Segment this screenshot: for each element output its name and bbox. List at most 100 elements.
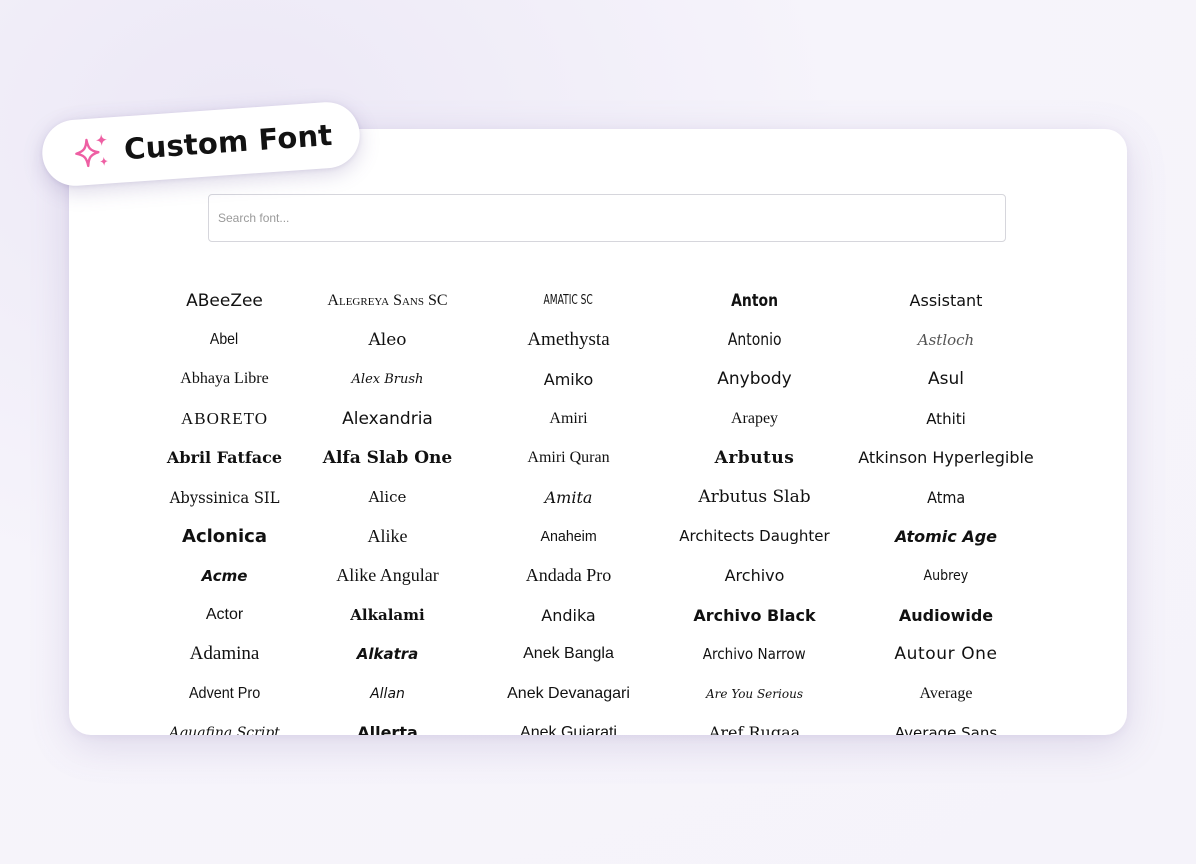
font-option-label: Astloch <box>917 330 975 349</box>
font-option-anek-devanagari[interactable]: Anek Devanagari <box>469 674 668 713</box>
font-option-aleo[interactable]: Aleo <box>306 320 469 359</box>
font-option-alkatra[interactable]: Alkatra <box>306 635 469 674</box>
font-option-assistant[interactable]: Assistant <box>841 281 1051 320</box>
font-option-label: ABORETO <box>181 408 268 428</box>
font-option-are-you-serious[interactable]: Are You Serious <box>668 674 841 713</box>
font-option-label: Athiti <box>926 409 966 428</box>
font-option-label: Average <box>919 684 973 702</box>
font-option-asul[interactable]: Asul <box>841 360 1051 399</box>
font-option-label: Atma <box>926 487 966 507</box>
font-option-label: AMATIC SC <box>543 293 594 309</box>
font-option-label: Alike <box>367 525 408 546</box>
font-option-arbutus[interactable]: Arbutus <box>668 438 841 477</box>
font-option-arbutus-slab[interactable]: Arbutus Slab <box>668 477 841 516</box>
font-option-alike-angular[interactable]: Alike Angular <box>306 556 469 595</box>
font-option-autour-one[interactable]: Autour One <box>841 635 1051 674</box>
font-option-amatic-sc[interactable]: AMATIC SC <box>469 281 668 320</box>
font-option-alfa-slab-one[interactable]: Alfa Slab One <box>306 438 469 477</box>
font-option-antonio[interactable]: Antonio <box>668 320 841 359</box>
font-column: Alegreya Sans SC Aleo Alex Brush Alexandria… <box>306 281 469 735</box>
font-option-aubrey[interactable]: Aubrey <box>841 556 1051 595</box>
font-option-alkalami[interactable]: Alkalami <box>306 595 469 634</box>
font-option-label: Abyssinica SIL <box>169 487 280 507</box>
font-option-label: Abril Fatface <box>166 448 283 468</box>
font-column: AMATIC SC Amethysta Amiko Amiri Amiri Quran A… <box>469 281 668 735</box>
font-option-anek-gujarati[interactable]: Anek Gujarati <box>469 713 668 735</box>
font-option-label: Acme <box>201 566 248 585</box>
font-option-alike[interactable]: Alike <box>306 517 469 556</box>
font-option-aboreto[interactable]: ABORETO <box>143 399 306 438</box>
font-option-actor[interactable]: Actor <box>143 595 306 634</box>
font-option-alegreya-sans-sc[interactable]: Alegreya Sans SC <box>306 281 469 320</box>
font-option-label: Allerta <box>357 723 418 735</box>
font-option-abril-fatface[interactable]: Abril Fatface <box>143 438 306 477</box>
font-option-anton[interactable]: Anton <box>668 281 841 320</box>
font-option-advent-pro[interactable]: Advent Pro <box>143 674 306 713</box>
font-option-alice[interactable]: Alice <box>306 477 469 516</box>
font-option-label: Aubrey <box>923 567 969 584</box>
font-option-arapey[interactable]: Arapey <box>668 399 841 438</box>
font-option-alexandria[interactable]: Alexandria <box>306 399 469 438</box>
font-option-allan[interactable]: Allan <box>306 674 469 713</box>
search-font-input[interactable] <box>209 195 1005 241</box>
font-option-audiowide[interactable]: Audiowide <box>841 595 1051 634</box>
font-option-atma[interactable]: Atma <box>841 477 1051 516</box>
font-option-abel[interactable]: Abel <box>143 320 306 359</box>
font-option-amiko[interactable]: Amiko <box>469 360 668 399</box>
font-option-label: Anek Devanagari <box>507 684 630 702</box>
font-option-acme[interactable]: Acme <box>143 556 306 595</box>
font-option-adamina[interactable]: Adamina <box>143 635 306 674</box>
font-option-abyssinica-sil[interactable]: Abyssinica SIL <box>143 477 306 516</box>
font-option-label: Advent Pro <box>188 684 261 702</box>
font-option-atomic-age[interactable]: Atomic Age <box>841 517 1051 556</box>
font-option-architects-daughter[interactable]: Architects Daughter <box>668 517 841 556</box>
font-option-label: Autour One <box>894 644 998 665</box>
font-option-alex-brush[interactable]: Alex Brush <box>306 360 469 399</box>
font-option-aguafina-script[interactable]: Aguafina Script <box>143 713 306 735</box>
font-option-amiri-quran[interactable]: Amiri Quran <box>469 438 668 477</box>
font-option-label: Anek Bangla <box>523 645 614 663</box>
font-option-athiti[interactable]: Athiti <box>841 399 1051 438</box>
font-option-atkinson-hyperlegible[interactable]: Atkinson Hyperlegible <box>841 438 1051 477</box>
font-option-anaheim[interactable]: Anaheim <box>469 517 668 556</box>
font-column: ABeeZee Abel Abhaya Libre ABORETO Abril Fatf… <box>143 281 306 735</box>
font-option-label: Assistant <box>909 291 983 311</box>
font-option-archivo-narrow[interactable]: Archivo Narrow <box>668 635 841 674</box>
font-option-label: Amiri Quran <box>527 448 610 466</box>
font-option-average[interactable]: Average <box>841 674 1051 713</box>
font-option-allerta[interactable]: Allerta <box>306 713 469 735</box>
font-option-label: Amiko <box>543 369 594 389</box>
font-option-label: Asul <box>928 369 964 390</box>
font-option-label: Alike Angular <box>336 565 439 586</box>
font-option-amethysta[interactable]: Amethysta <box>469 320 668 359</box>
font-option-average-sans[interactable]: Average Sans <box>841 713 1051 735</box>
font-option-anek-bangla[interactable]: Anek Bangla <box>469 635 668 674</box>
font-option-archivo[interactable]: Archivo <box>668 556 841 595</box>
font-option-amita[interactable]: Amita <box>469 477 668 516</box>
font-option-andika[interactable]: Andika <box>469 595 668 634</box>
font-option-label: Arbutus Slab <box>698 487 811 508</box>
font-option-label: Adamina <box>189 643 260 665</box>
font-option-label: Alexandria <box>342 408 433 429</box>
font-option-label: Alex Brush <box>351 371 424 387</box>
font-option-abeezee[interactable]: ABeeZee <box>143 281 306 320</box>
font-option-amiri[interactable]: Amiri <box>469 399 668 438</box>
font-option-aref-ruqaa[interactable]: Aref Ruqaa <box>668 713 841 735</box>
font-option-label: Average Sans <box>894 723 998 735</box>
font-option-label: Allan <box>370 685 405 702</box>
font-option-label: Atomic Age <box>894 526 998 546</box>
font-option-label: Atkinson Hyperlegible <box>858 448 1034 468</box>
font-option-astloch[interactable]: Astloch <box>841 320 1051 359</box>
font-option-label: Alice <box>368 488 407 507</box>
font-option-abhaya-libre[interactable]: Abhaya Libre <box>143 360 306 399</box>
font-option-archivo-black[interactable]: Archivo Black <box>668 595 841 634</box>
font-option-andada-pro[interactable]: Andada Pro <box>469 556 668 595</box>
font-option-aclonica[interactable]: Aclonica <box>143 517 306 556</box>
font-option-label: Arbutus <box>714 447 795 468</box>
font-option-label: Anek Gujarati <box>520 723 617 735</box>
font-option-label: Actor <box>205 606 244 624</box>
font-option-anybody[interactable]: Anybody <box>668 360 841 399</box>
font-option-label: Amiri <box>549 409 588 427</box>
search-box <box>208 194 1006 242</box>
font-option-label: Amethysta <box>527 328 610 350</box>
